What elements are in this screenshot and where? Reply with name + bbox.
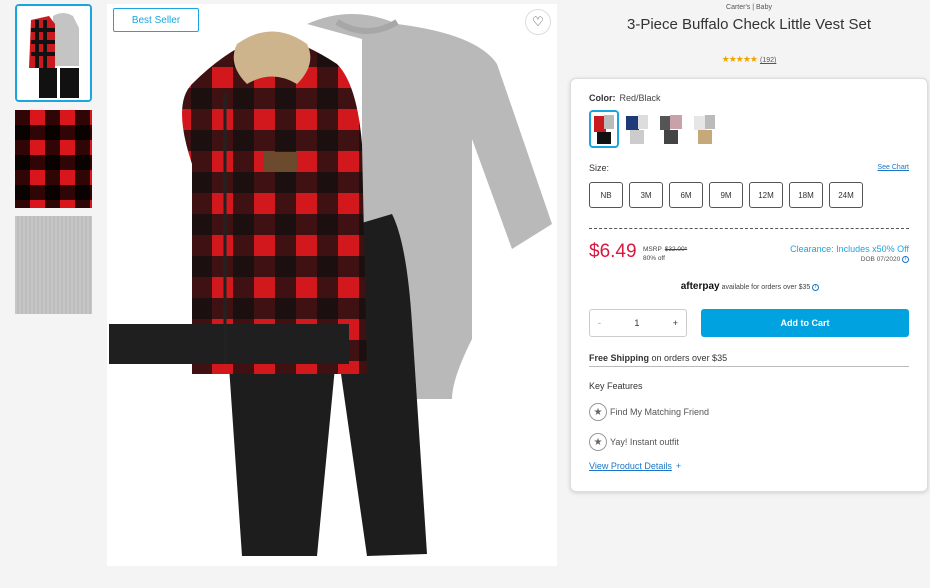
- thumbnail-plaid[interactable]: [15, 110, 92, 208]
- star-badge-icon: ★: [589, 403, 607, 421]
- purchase-card: Color: Red/Black Size: See Chart NB 3M 6M…: [570, 78, 928, 492]
- shipping-text: on orders over $35: [651, 353, 728, 363]
- swatch-pink-grey[interactable]: [657, 110, 687, 148]
- thumbnail-knit[interactable]: [15, 216, 92, 314]
- info-icon[interactable]: i: [812, 283, 820, 291]
- outfit-thumbnail-image: [17, 6, 90, 100]
- dob-value: DOB 07/2020: [860, 256, 901, 264]
- best-seller-badge: Best Seller: [113, 8, 199, 32]
- swatch-red-black[interactable]: [589, 110, 619, 148]
- feature-text: Yay! Instant outfit: [610, 437, 679, 447]
- color-label-key: Color:: [589, 93, 616, 103]
- increment-button[interactable]: +: [673, 318, 678, 328]
- size-option[interactable]: 6M: [669, 182, 703, 208]
- discount-text: 80% off: [643, 255, 665, 262]
- plus-icon: +: [675, 461, 682, 471]
- swatch-red-black-image: [591, 112, 617, 146]
- star-badge-icon: ★: [589, 433, 607, 451]
- add-to-cart-button[interactable]: Add to Cart: [701, 309, 909, 337]
- sale-price: $6.49: [589, 241, 637, 262]
- swatch-tan-image: [691, 110, 721, 148]
- size-option[interactable]: NB: [589, 182, 623, 208]
- msrp-info: MSRP $32.00* 80% off: [643, 245, 687, 263]
- heart-icon[interactable]: ♡: [525, 9, 551, 35]
- info-icon[interactable]: i: [902, 256, 909, 263]
- thumbnail-outfit[interactable]: [15, 4, 92, 102]
- swatch-navy-image: [623, 110, 653, 148]
- swatch-pink-grey-image: [657, 110, 687, 148]
- quantity-value[interactable]: 1: [634, 318, 639, 328]
- divider: [589, 228, 909, 229]
- outfit-illustration: [109, 14, 552, 556]
- knit-fabric-image: [15, 216, 92, 314]
- size-label: Size:: [589, 163, 610, 173]
- thumbnail-list: [15, 4, 94, 322]
- color-value: Red/Black: [619, 93, 661, 103]
- view-product-details-link[interactable]: View Product Details +: [589, 461, 681, 471]
- review-count-link[interactable]: (192): [760, 57, 776, 64]
- feature-text: Find My Matching Friend: [610, 407, 710, 417]
- quantity-stepper: - 1 +: [589, 309, 687, 337]
- brand-label: Carter's | Baby: [726, 4, 772, 11]
- plaid-fabric-image: [15, 110, 92, 208]
- product-title: 3-Piece Buffalo Check Little Vest Set: [626, 16, 872, 33]
- dob-text: DOB 07/2020 i: [861, 256, 909, 263]
- color-label: Color: Red/Black: [589, 93, 661, 103]
- swatch-tan[interactable]: [691, 110, 721, 148]
- feature-item: ★ Yay! Instant outfit: [589, 433, 679, 451]
- view-product-details-label: View Product Details: [589, 461, 672, 471]
- size-option[interactable]: 24M: [829, 182, 863, 208]
- afterpay-text: available for orders over $35: [721, 284, 811, 291]
- rating: ★★★★★ (192): [570, 54, 928, 65]
- star-rating-icon: ★★★★★: [721, 54, 758, 64]
- free-shipping-label: Free Shipping: [589, 353, 650, 363]
- size-option[interactable]: 3M: [629, 182, 663, 208]
- size-option[interactable]: 18M: [789, 182, 823, 208]
- size-option[interactable]: 12M: [749, 182, 783, 208]
- color-swatches: [589, 110, 721, 148]
- size-option[interactable]: 9M: [709, 182, 743, 208]
- main-product-image: Best Seller ♡: [107, 4, 557, 566]
- feature-item: ★ Find My Matching Friend: [589, 403, 709, 421]
- swatch-navy[interactable]: [623, 110, 653, 148]
- clearance-text: Clearance: Includes x50% Off: [790, 244, 909, 254]
- msrp-value: $32.00*: [664, 246, 688, 253]
- afterpay-note: afterpay available for orders over $35 i: [571, 281, 929, 292]
- decrement-button[interactable]: -: [598, 318, 601, 328]
- shipping-note: Free Shipping on orders over $35: [589, 353, 909, 367]
- key-features-heading: Key Features: [589, 381, 643, 391]
- msrp-label: MSRP: [643, 246, 662, 253]
- afterpay-logo: afterpay: [680, 281, 720, 292]
- size-options: NB 3M 6M 9M 12M 18M 24M: [589, 182, 863, 208]
- size-chart-link[interactable]: See Chart: [877, 164, 909, 171]
